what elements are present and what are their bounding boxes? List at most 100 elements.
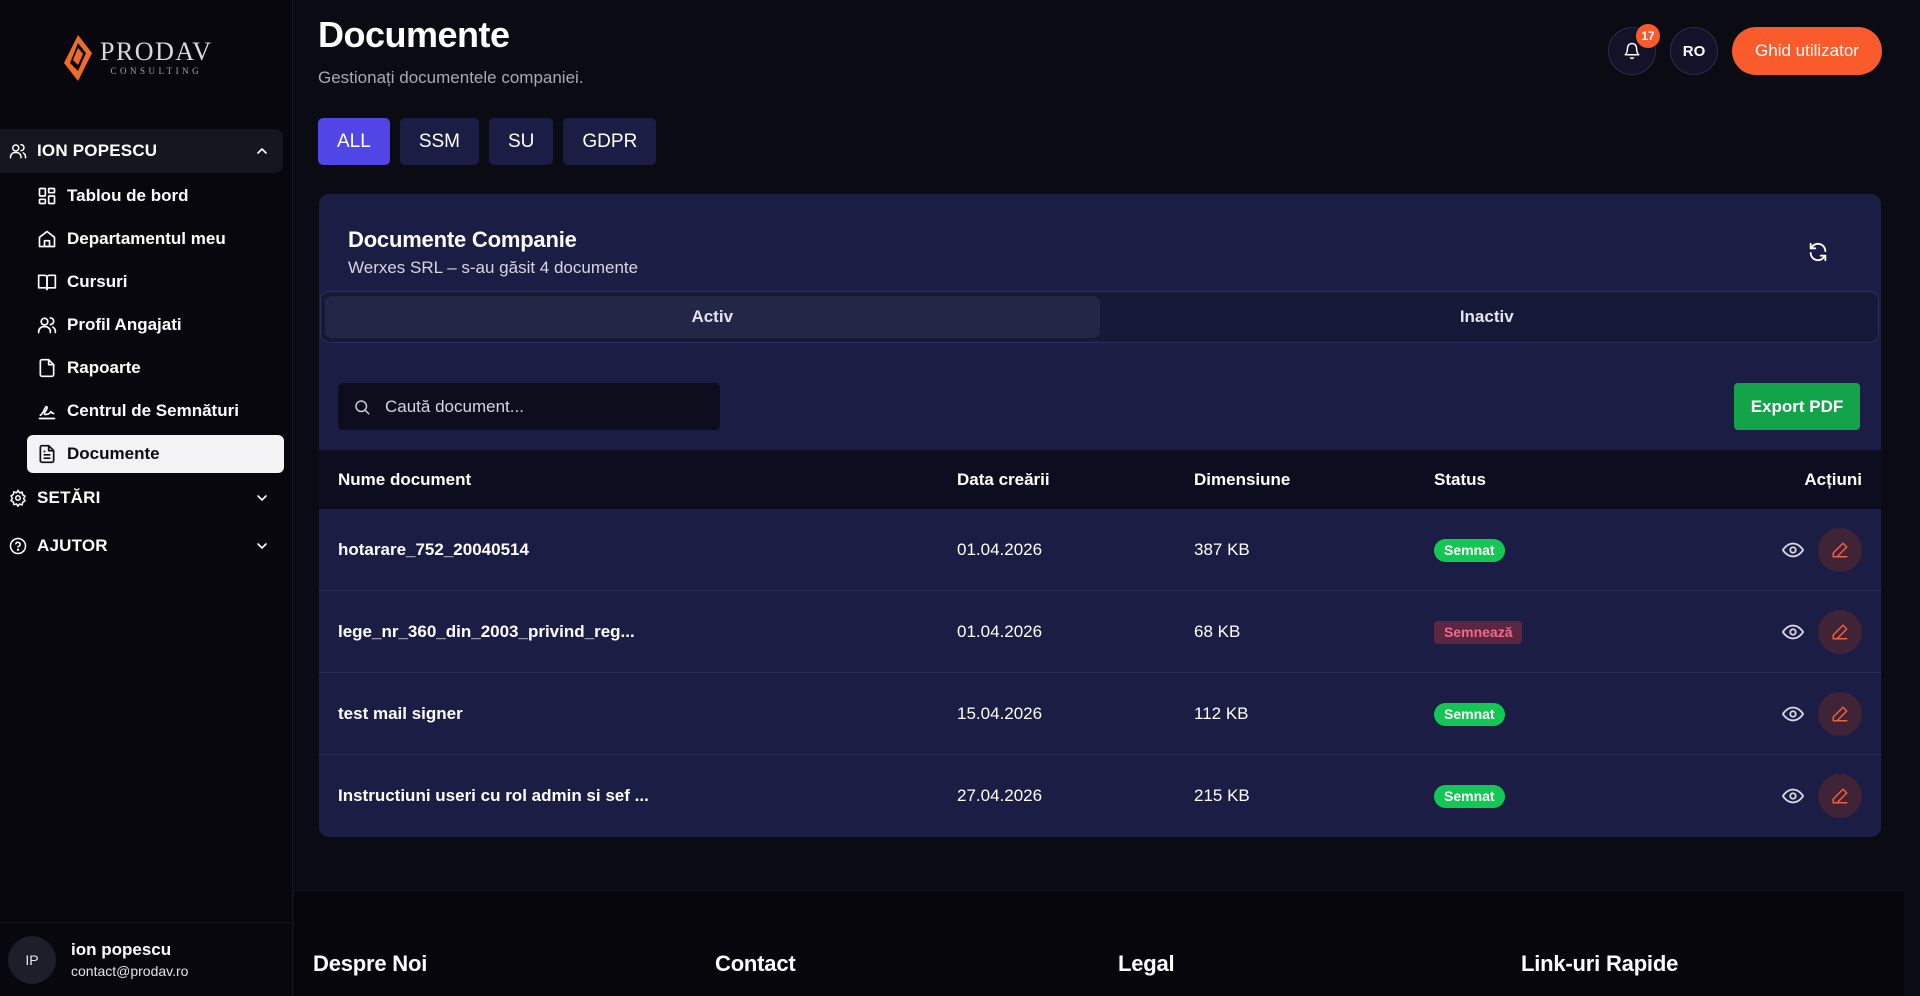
search-icon <box>355 399 370 414</box>
card-title: Documente Companie <box>348 227 577 252</box>
sidebar-nav: Tablou de bord Departamentul meu Cursuri… <box>27 177 284 478</box>
bell-icon <box>1624 42 1640 60</box>
language-button[interactable]: RO <box>1670 27 1718 75</box>
sidebar-item-documents[interactable]: Documente <box>27 435 284 473</box>
gear-icon <box>10 489 26 507</box>
avatar: IP <box>8 935 56 984</box>
pen-icon <box>1832 624 1848 640</box>
chevron-down-icon <box>257 495 267 501</box>
table-body: hotarare_752_20040514 01.04.2026 387 KB … <box>319 509 1881 837</box>
table-row[interactable]: hotarare_752_20040514 01.04.2026 387 KB … <box>319 509 1881 591</box>
scrollbar[interactable] <box>1904 0 1920 996</box>
sidebar-item-dashboard[interactable]: Tablou de bord <box>27 177 284 215</box>
table-row[interactable]: test mail signer 15.04.2026 112 KB Semna… <box>319 673 1881 755</box>
book-icon <box>37 274 57 291</box>
logo[interactable]: PRODAV CONSULTING <box>62 35 213 81</box>
document-size: 387 KB <box>1194 540 1250 559</box>
sign-button[interactable] <box>1818 774 1862 818</box>
filter-all[interactable]: ALL <box>318 118 390 165</box>
sidebar-item-label: Rapoarte <box>67 358 141 377</box>
document-name[interactable]: test mail signer <box>338 673 463 755</box>
tab-inactive[interactable]: Inactiv <box>1100 296 1875 338</box>
sidebar-item-label: Departamentul meu <box>67 229 226 248</box>
card-subtitle: Werxes SRL – s-au găsit 4 documente <box>348 258 639 277</box>
column-header-date[interactable]: Data creării <box>957 450 1050 509</box>
sidebar-item-label: Documente <box>67 444 160 463</box>
sidebar-item-courses[interactable]: Cursuri <box>27 263 284 301</box>
logo-mark-icon <box>64 35 92 81</box>
filter-gdpr[interactable]: GDPR <box>563 118 657 165</box>
tab-active[interactable]: Activ <box>325 296 1100 338</box>
user-guide-button[interactable]: Ghid utilizator <box>1732 27 1882 75</box>
document-size: 215 KB <box>1194 786 1250 805</box>
search-box <box>338 383 720 430</box>
user-group-label: ION POPESCU <box>37 141 158 160</box>
category-filters: ALL SSM SU GDPR <box>318 118 657 165</box>
sign-button[interactable] <box>1818 692 1862 736</box>
sidebar-item-label: Profil Angajati <box>67 315 182 334</box>
document-date: 01.04.2026 <box>957 622 1043 641</box>
page-footer: Despre Noi Contact Legal Link-uri Rapide <box>294 890 1904 996</box>
status-badge: Semnat <box>1434 538 1505 562</box>
documents-card: Documente Companie Werxes SRL – s-au găs… <box>319 194 1881 837</box>
sidebar-user-profile[interactable]: IP ion popescu contact@prodav.ro <box>0 922 292 996</box>
status-badge: Semnat <box>1434 784 1505 808</box>
document-name[interactable]: lege_nr_360_din_2003_privind_reg... <box>338 591 635 673</box>
pen-icon <box>1832 788 1848 804</box>
chevron-down-icon <box>257 543 267 549</box>
brand-name: PRODAV <box>100 37 213 66</box>
signature-icon <box>38 405 56 420</box>
eye-icon[interactable] <box>1782 621 1804 643</box>
sidebar-item-department[interactable]: Departamentul meu <box>27 220 284 258</box>
table-row[interactable]: lege_nr_360_din_2003_privind_reg... 01.0… <box>319 591 1881 673</box>
sidebar-item-reports[interactable]: Rapoarte <box>27 349 284 387</box>
eye-icon[interactable] <box>1782 703 1804 725</box>
footer-heading-contact: Contact <box>715 951 796 976</box>
sidebar-item-employee-profiles[interactable]: Profil Angajati <box>27 306 284 344</box>
filter-su[interactable]: SU <box>489 118 554 165</box>
help-label: AJUTOR <box>37 536 108 555</box>
sidebar-item-label: Cursuri <box>67 272 128 291</box>
export-pdf-button[interactable]: Export PDF <box>1734 383 1860 430</box>
sign-button[interactable] <box>1818 610 1862 654</box>
document-name[interactable]: hotarare_752_20040514 <box>338 509 529 591</box>
refresh-icon[interactable] <box>1807 241 1829 263</box>
user-name: ion popescu <box>71 940 172 959</box>
document-name[interactable]: Instructiuni useri cu rol admin si sef .… <box>338 755 649 837</box>
document-date: 01.04.2026 <box>957 540 1043 559</box>
brand-tagline: CONSULTING <box>110 66 203 76</box>
footer-heading-about: Despre Noi <box>313 951 428 976</box>
column-header-status[interactable]: Status <box>1434 450 1486 509</box>
settings-label: SETĂRI <box>37 488 101 507</box>
filter-ssm[interactable]: SSM <box>399 118 479 165</box>
users-icon <box>37 317 57 334</box>
status-badge: Semnat <box>1434 702 1505 726</box>
help-section-toggle[interactable]: AJUTOR <box>0 524 283 568</box>
search-input[interactable] <box>385 396 705 417</box>
help-icon <box>9 537 27 555</box>
column-header-name[interactable]: Nume document <box>338 450 471 509</box>
user-group-toggle[interactable]: ION POPESCU <box>0 129 283 173</box>
pen-icon <box>1832 706 1848 722</box>
file-icon <box>39 358 55 378</box>
footer-heading-quick-links: Link-uri Rapide <box>1521 951 1679 976</box>
sign-button[interactable] <box>1818 528 1862 572</box>
document-date: 15.04.2026 <box>957 704 1043 723</box>
eye-icon[interactable] <box>1782 539 1804 561</box>
table-header: Nume document Data creării Dimensiune St… <box>319 450 1881 509</box>
settings-section-toggle[interactable]: SETĂRI <box>0 476 283 520</box>
page-title: Documente <box>318 14 510 55</box>
status-badge: Semnează <box>1434 620 1523 644</box>
sidebar-item-label: Centrul de Semnături <box>67 401 239 420</box>
column-header-size[interactable]: Dimensiune <box>1194 450 1290 509</box>
eye-icon[interactable] <box>1782 785 1804 807</box>
footer-heading-legal: Legal <box>1118 951 1175 976</box>
user-icon <box>9 143 27 159</box>
sidebar-item-signature-center[interactable]: Centrul de Semnături <box>27 392 284 430</box>
chevron-up-icon <box>257 148 267 154</box>
table-row[interactable]: Instructiuni useri cu rol admin si sef .… <box>319 755 1881 837</box>
document-icon <box>39 444 55 464</box>
sidebar-item-label: Tablou de bord <box>67 186 189 205</box>
column-header-actions: Acțiuni <box>1804 469 1862 489</box>
user-email: contact@prodav.ro <box>71 963 189 979</box>
